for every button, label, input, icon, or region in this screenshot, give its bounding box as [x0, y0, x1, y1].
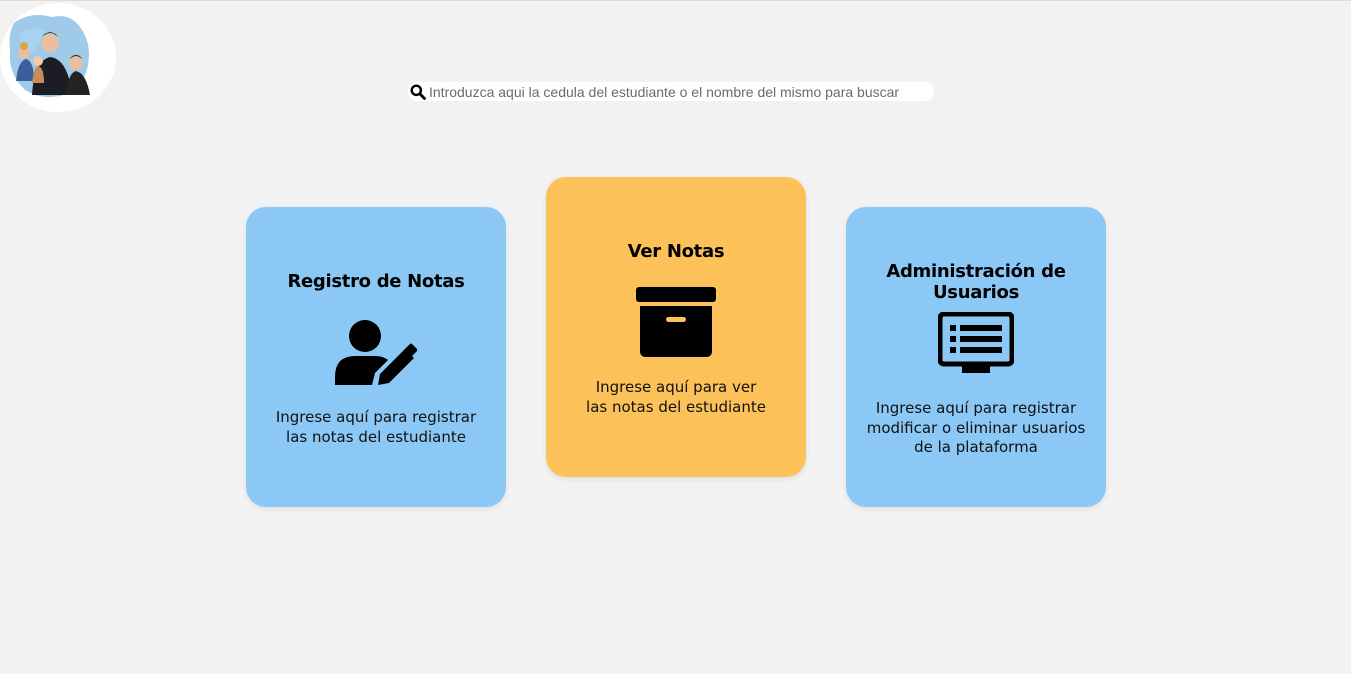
card-registro-de-notas[interactable]: Registro de Notas Ingrese aquí para regi…: [246, 207, 506, 507]
archive-box-icon: [636, 287, 716, 362]
card-title: Ver Notas: [627, 241, 725, 262]
logo[interactable]: [0, 3, 116, 112]
monitor-list-icon: [937, 311, 1015, 379]
search-input[interactable]: [427, 82, 919, 101]
card-description: Ingrese aquí para ver las notas del estu…: [586, 378, 766, 416]
user-edit-icon: [335, 319, 418, 390]
search-icon: [409, 83, 427, 101]
card-administracion-de-usuarios[interactable]: Administración de Usuarios Ingrese aquí …: [846, 207, 1106, 507]
card-description: Ingrese aquí para registrar modificar o …: [866, 399, 1086, 456]
card-description: Ingrese aquí para registrar las notas de…: [275, 408, 477, 446]
card-title: Administración de Usuarios: [886, 261, 1066, 303]
search-bar[interactable]: [408, 82, 934, 101]
card-title: Registro de Notas: [287, 271, 465, 292]
logo-image: [4, 3, 112, 111]
card-ver-notas[interactable]: Ver Notas Ingrese aquí para ver las nota…: [546, 177, 806, 477]
